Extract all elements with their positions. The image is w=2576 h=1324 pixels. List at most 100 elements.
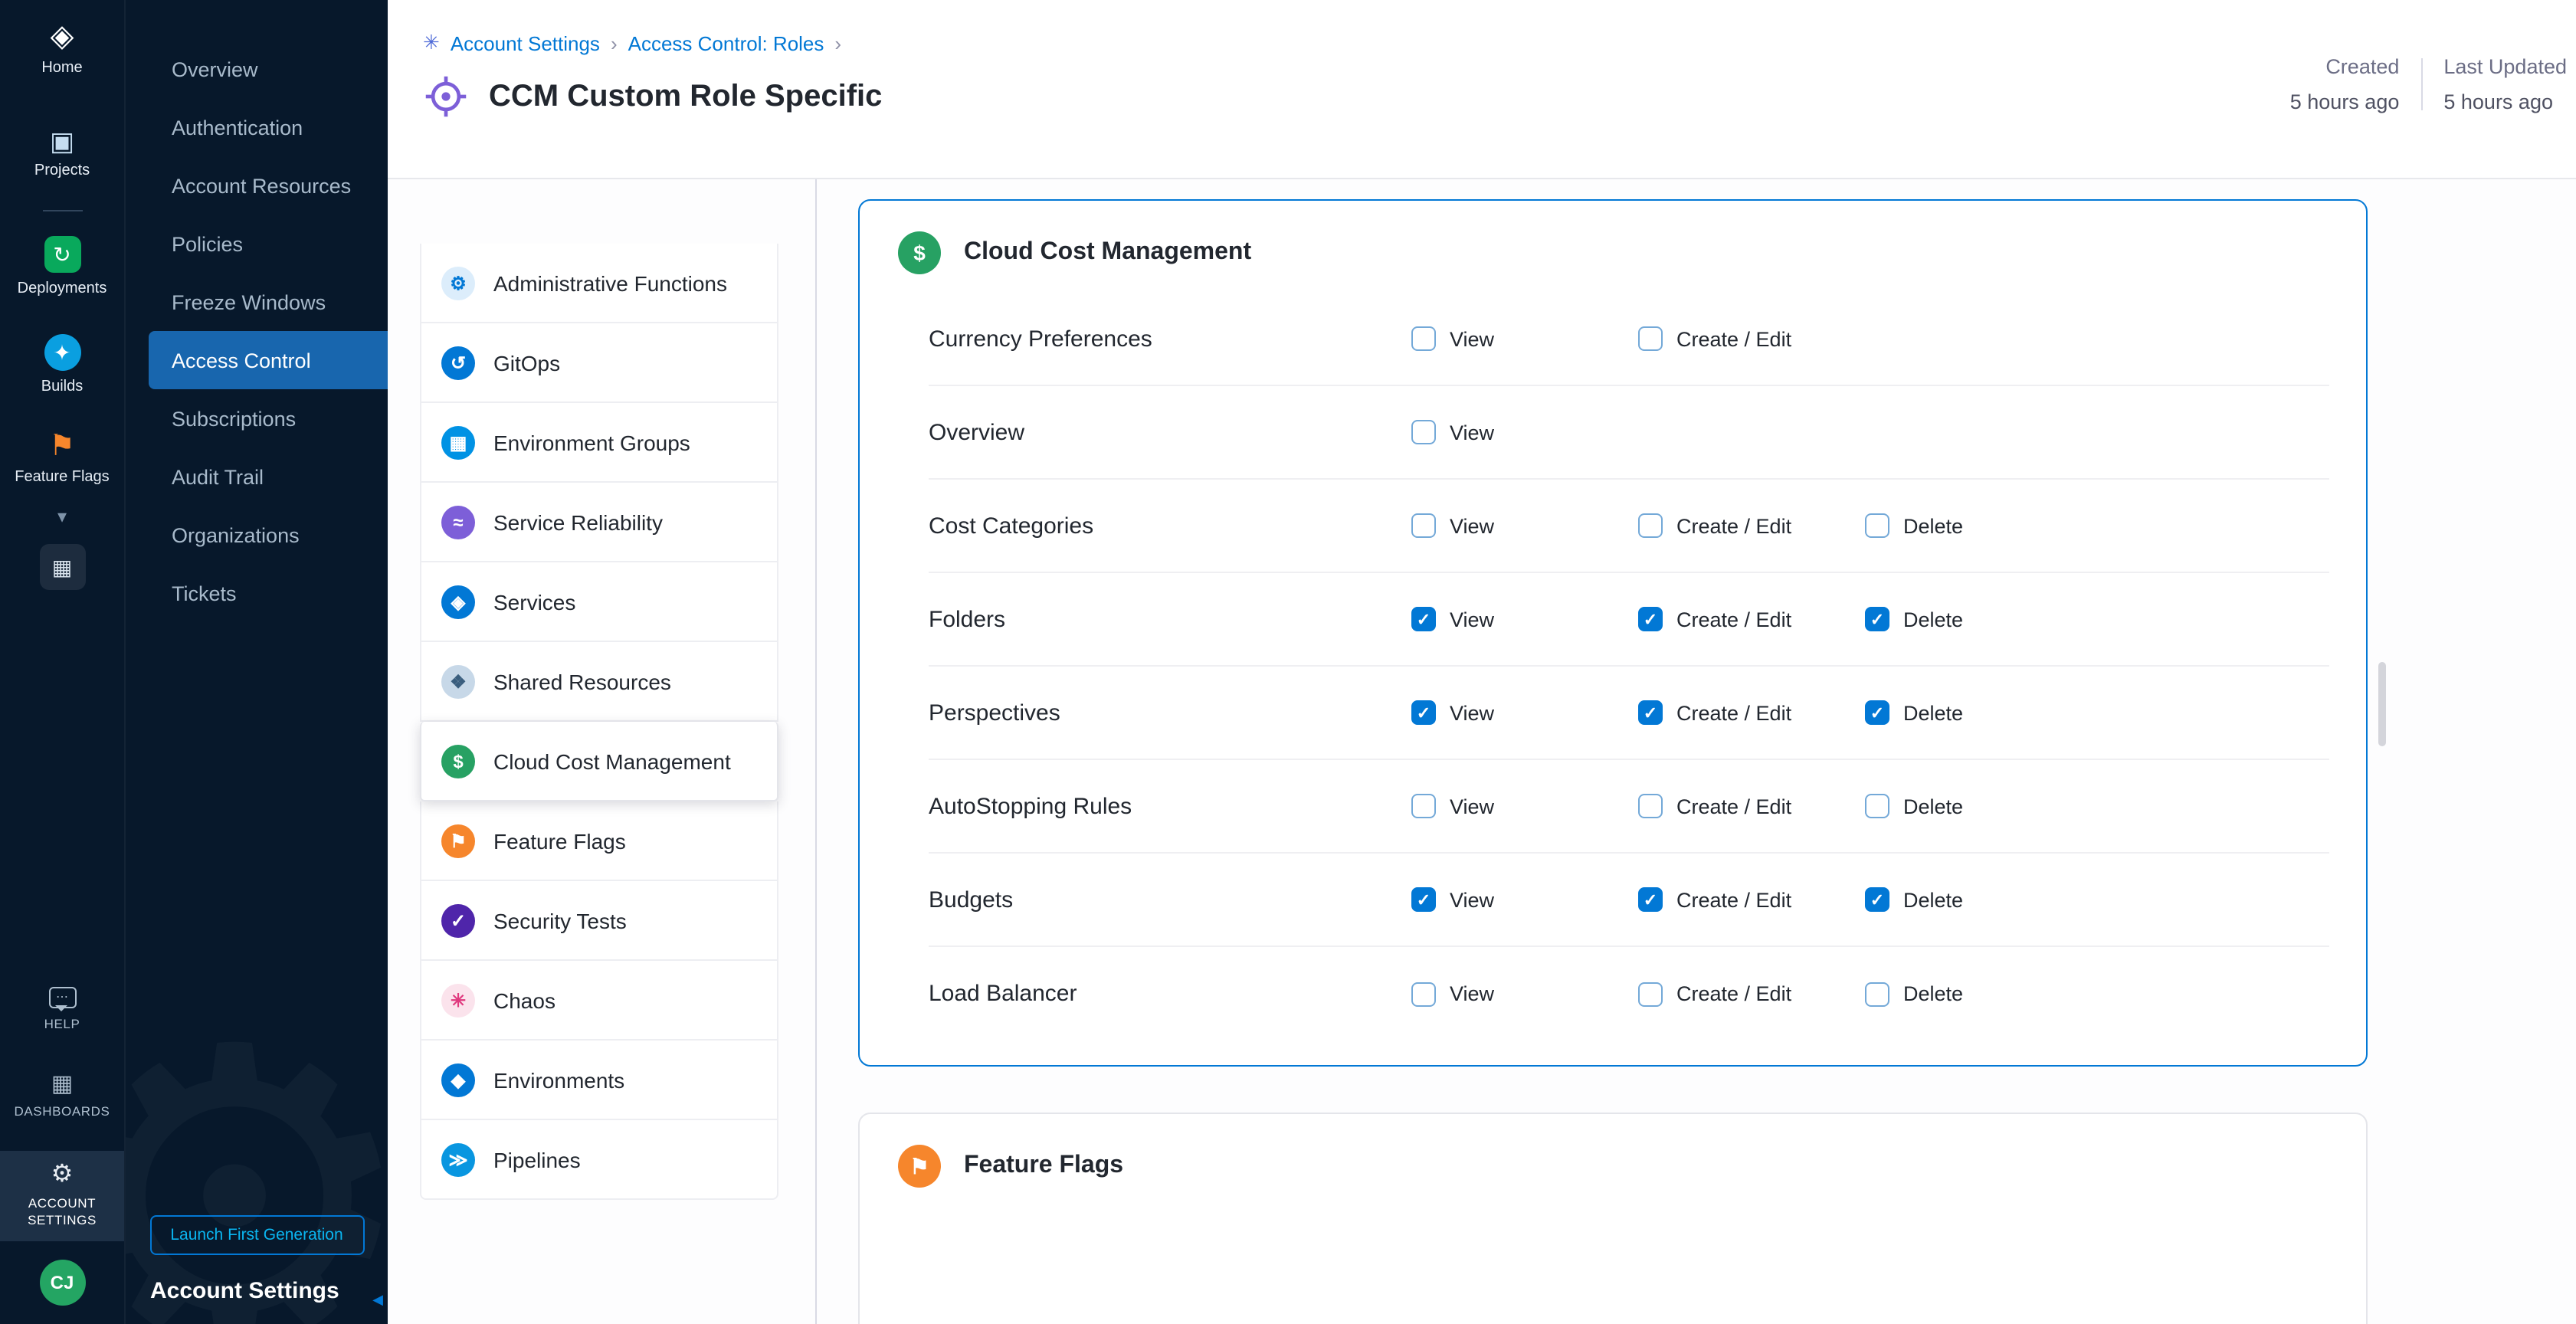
last-updated-label: Last Updated xyxy=(2443,55,2567,78)
rail-item-help[interactable]: ⋯ HELP xyxy=(0,975,124,1045)
builds-icon: ✦ xyxy=(44,334,80,371)
permission-option[interactable]: View xyxy=(1411,513,1638,538)
permission-label: View xyxy=(1450,327,1494,350)
checkbox[interactable] xyxy=(1411,326,1436,351)
resource-category-item[interactable]: ⚑ Feature Flags xyxy=(420,801,778,881)
permission-option[interactable]: Create / Edit xyxy=(1638,326,1865,351)
checkbox[interactable] xyxy=(1638,326,1663,351)
checkbox[interactable] xyxy=(1638,794,1663,818)
checkbox[interactable] xyxy=(1411,513,1436,538)
chevron-down-icon[interactable]: ▾ xyxy=(57,498,67,530)
resource-category-item[interactable]: $ Cloud Cost Management xyxy=(420,722,778,801)
resource-category-item[interactable]: ◈ Services xyxy=(420,562,778,642)
checkbox[interactable] xyxy=(1411,607,1436,631)
rail-item-dashboards[interactable]: ▦ DASHBOARDS xyxy=(0,1060,124,1132)
checkbox[interactable] xyxy=(1411,700,1436,725)
checkbox[interactable] xyxy=(1411,420,1436,444)
permission-option[interactable]: Delete xyxy=(1865,982,2092,1006)
sidebar-item[interactable]: Account Resources xyxy=(126,156,388,215)
sidebar-item-label: Policies xyxy=(172,232,243,255)
permission-label: Create / Edit xyxy=(1676,888,1791,911)
permission-option[interactable]: View xyxy=(1411,700,1638,725)
permission-option[interactable]: View xyxy=(1411,607,1638,631)
permission-option[interactable]: Create / Edit xyxy=(1638,607,1865,631)
rail-item-deployments[interactable]: ↻ Deployments xyxy=(0,224,124,310)
permission-option[interactable]: Delete xyxy=(1865,513,2092,538)
checkbox[interactable] xyxy=(1638,607,1663,631)
sidebar-item[interactable]: Overview xyxy=(126,40,388,98)
rail-item-projects[interactable]: ▣ Projects xyxy=(0,116,124,192)
breadcrumb-separator: › xyxy=(611,31,618,54)
resource-category-item[interactable]: ⚙ Administrative Functions xyxy=(420,244,778,323)
permission-option[interactable]: Create / Edit xyxy=(1638,700,1865,725)
permission-option[interactable]: Delete xyxy=(1865,794,2092,818)
checkbox[interactable] xyxy=(1865,607,1889,631)
checkbox[interactable] xyxy=(1411,887,1436,912)
permission-label: Delete xyxy=(1903,608,1963,631)
checkbox[interactable] xyxy=(1638,982,1663,1006)
permission-option[interactable]: View xyxy=(1411,982,1638,1006)
checkbox[interactable] xyxy=(1865,513,1889,538)
sidebar-item-label: Organizations xyxy=(172,523,300,546)
checkbox[interactable] xyxy=(1638,887,1663,912)
permission-option[interactable]: Create / Edit xyxy=(1638,887,1865,912)
breadcrumb: ✳ Account Settings › Access Control: Rol… xyxy=(423,31,2576,55)
resource-category-label: Environments xyxy=(493,1067,624,1092)
checkbox[interactable] xyxy=(1638,700,1663,725)
sidebar-item[interactable]: Authentication xyxy=(126,98,388,156)
checkbox[interactable] xyxy=(1865,700,1889,725)
user-avatar[interactable]: CJ xyxy=(39,1260,85,1306)
permission-option[interactable]: Create / Edit xyxy=(1638,982,1865,1006)
sidebar-item[interactable]: Tickets xyxy=(126,564,388,622)
category-icon: ≈ xyxy=(441,505,475,539)
content-area: ⚙ Administrative Functions ↺ GitOps xyxy=(388,179,2576,1324)
main-area: ✳ Account Settings › Access Control: Rol… xyxy=(388,0,2576,1324)
launch-first-generation-button[interactable]: Launch First Generation xyxy=(149,1215,364,1255)
sidebar-item[interactable]: Freeze Windows xyxy=(126,273,388,331)
sidebar-item[interactable]: Policies xyxy=(126,215,388,273)
rail-item-home[interactable]: ◈ Home xyxy=(0,9,124,89)
breadcrumb-link-account-settings[interactable]: Account Settings xyxy=(451,31,600,54)
resource-category-item[interactable]: ≈ Service Reliability xyxy=(420,483,778,562)
checkbox[interactable] xyxy=(1865,982,1889,1006)
rail-item-builds[interactable]: ✦ Builds xyxy=(0,322,124,408)
resource-category-item[interactable]: ◆ Environments xyxy=(420,1041,778,1120)
checkbox[interactable] xyxy=(1865,887,1889,912)
permission-option[interactable]: Create / Edit xyxy=(1638,513,1865,538)
resource-category-item[interactable]: ❖ Shared Resources xyxy=(420,642,778,722)
permission-cells: View Create / Edit xyxy=(1411,794,2092,818)
resource-category-item[interactable]: ▦ Environment Groups xyxy=(420,403,778,483)
title-row: CCM Custom Role Specific xyxy=(423,74,2576,120)
checkbox[interactable] xyxy=(1411,982,1436,1006)
rail-item-account-settings[interactable]: ⚙ ACCOUNT SETTINGS xyxy=(0,1151,124,1241)
checkbox[interactable] xyxy=(1411,794,1436,818)
card-title: Cloud Cost Management xyxy=(964,239,1251,267)
rail-item-label: Projects xyxy=(34,162,90,179)
rail-item-feature-flags[interactable]: ⚑ Feature Flags xyxy=(0,420,124,498)
permission-option[interactable]: Delete xyxy=(1865,607,2092,631)
resource-category-item[interactable]: ✓ Security Tests xyxy=(420,881,778,961)
sidebar-item[interactable]: Audit Trail xyxy=(126,447,388,506)
resource-category-item[interactable]: ✳ Chaos xyxy=(420,961,778,1041)
checkbox[interactable] xyxy=(1865,794,1889,818)
resource-category-item[interactable]: ↺ GitOps xyxy=(420,323,778,403)
permission-option[interactable]: Create / Edit xyxy=(1638,794,1865,818)
sidebar-item[interactable]: Access Control xyxy=(149,331,388,389)
permission-option[interactable]: View xyxy=(1411,326,1638,351)
permission-option[interactable]: Delete xyxy=(1865,887,2092,912)
permission-rows: Currency Preferences View xyxy=(860,293,2366,1065)
permission-option[interactable]: Delete xyxy=(1865,700,2092,725)
permission-option[interactable]: View xyxy=(1411,420,1638,444)
module-switcher-button[interactable]: ▦ xyxy=(39,544,85,590)
resource-category-item[interactable]: ≫ Pipelines xyxy=(420,1120,778,1200)
rail-item-label: Feature Flags xyxy=(15,469,109,486)
sidebar-item[interactable]: Organizations xyxy=(126,506,388,564)
permission-option[interactable]: View xyxy=(1411,794,1638,818)
checkbox[interactable] xyxy=(1638,513,1663,538)
permission-option[interactable]: View xyxy=(1411,887,1638,912)
sidebar-collapse-icon[interactable]: ◀ xyxy=(372,1292,383,1309)
category-icon: ▦ xyxy=(441,425,475,459)
breadcrumb-link-access-control-roles[interactable]: Access Control: Roles xyxy=(628,31,824,54)
scrollbar-thumb[interactable] xyxy=(2378,662,2386,746)
sidebar-item[interactable]: Subscriptions xyxy=(126,389,388,447)
